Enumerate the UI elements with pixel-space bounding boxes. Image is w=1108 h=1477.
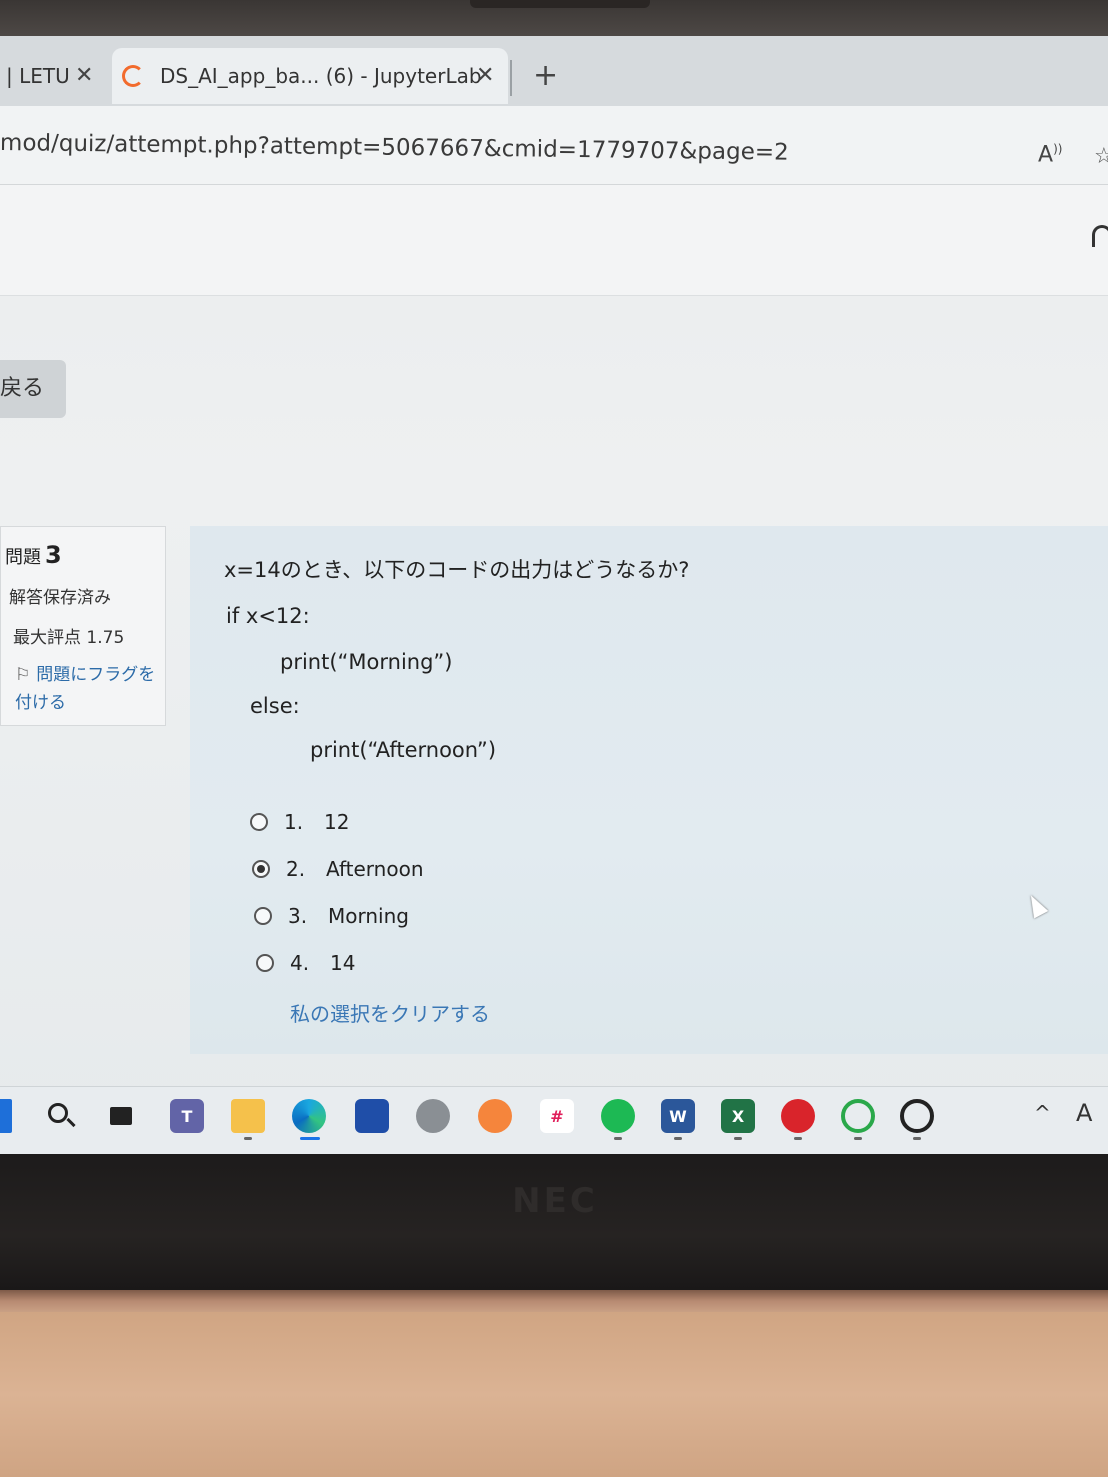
notification-bell-icon[interactable] — [1092, 225, 1108, 247]
tab-close-icon[interactable]: ✕ — [476, 65, 494, 87]
answer-label: Afternoon — [326, 857, 424, 881]
slack-icon[interactable]: # — [540, 1099, 574, 1133]
back-button[interactable]: 戻る — [0, 360, 66, 418]
read-aloud-icon[interactable]: A)) — [1038, 142, 1062, 167]
new-tab-button[interactable]: + — [533, 60, 558, 92]
browser-tab-strip: | LETU ✕ DS_AI_app_ba... (6) - JupyterLa… — [0, 36, 1108, 106]
tab-divider — [510, 60, 512, 96]
question-number: 問題 3 — [5, 541, 62, 569]
flag-icon: ⚐ — [15, 665, 31, 685]
tab-close-icon[interactable]: ✕ — [75, 65, 93, 87]
search-icon[interactable] — [44, 1099, 78, 1133]
settings-icon[interactable] — [416, 1099, 450, 1133]
running-indicator — [794, 1137, 802, 1140]
store-icon[interactable] — [355, 1099, 389, 1133]
brand-logo: NEC — [512, 1181, 598, 1221]
code-line: print(“Afternoon”) — [310, 738, 497, 762]
question-max-grade: 最大評点 1.75 — [13, 628, 125, 648]
answer-number: 4. — [290, 951, 310, 975]
answer-option-3[interactable]: 3. Morning — [254, 904, 409, 928]
address-bar: mod/quiz/attempt.php?attempt=5067667&cmi… — [0, 106, 1108, 185]
question-number-value: 3 — [45, 541, 62, 569]
file-explorer-icon[interactable] — [231, 1099, 265, 1133]
acrobat-icon[interactable] — [781, 1099, 815, 1133]
start-icon[interactable] — [0, 1099, 12, 1133]
excel-icon[interactable]: X — [721, 1099, 755, 1133]
monitor-bezel-bottom: NEC — [0, 1154, 1108, 1290]
ring-app-icon[interactable] — [841, 1099, 875, 1133]
page-header — [0, 185, 1108, 296]
tab-title: | LETU — [6, 64, 70, 88]
question-info-box: 問題 3 解答保存済み 最大評点 1.75 ⚐ 問題にフラグを付ける — [0, 526, 166, 726]
answer-number: 1. — [284, 810, 304, 834]
tab-jupyterlab[interactable]: DS_AI_app_ba... (6) - JupyterLab ✕ — [112, 48, 508, 104]
answer-radio[interactable] — [250, 813, 268, 831]
answer-radio[interactable] — [256, 954, 274, 972]
answer-radio[interactable] — [252, 860, 270, 878]
code-line: else: — [250, 694, 300, 718]
running-indicator — [734, 1137, 742, 1140]
laptop-hinge — [0, 1290, 1108, 1312]
answer-label: 12 — [324, 810, 350, 834]
answer-number: 2. — [286, 857, 306, 881]
answer-option-2[interactable]: 2. Afternoon — [252, 857, 424, 881]
edge-icon[interactable] — [292, 1099, 326, 1133]
star-icon[interactable]: ☆ — [1094, 144, 1108, 169]
running-indicator — [674, 1137, 682, 1140]
cloud-app-icon[interactable] — [900, 1099, 934, 1133]
ime-indicator[interactable]: A — [1076, 1099, 1092, 1127]
running-indicator — [614, 1137, 622, 1140]
answer-label: Morning — [328, 904, 409, 928]
question-label: 問題 — [5, 547, 41, 568]
running-indicator — [244, 1137, 252, 1140]
flag-question-link[interactable]: ⚐ 問題にフラグを付ける — [15, 661, 165, 717]
tab-letu[interactable]: | LETU ✕ — [0, 48, 108, 104]
tab-title: DS_AI_app_ba... (6) - JupyterLab — [160, 64, 482, 88]
running-indicator — [913, 1137, 921, 1140]
running-indicator — [854, 1137, 862, 1140]
question-text: x=14のとき、以下のコードの出力はどうなるか? — [224, 558, 690, 582]
word-icon[interactable]: W — [661, 1099, 695, 1133]
question-panel: x=14のとき、以下のコードの出力はどうなるか? if x<12: print(… — [190, 526, 1108, 1054]
active-indicator — [300, 1137, 320, 1140]
code-line: print(“Morning”) — [280, 650, 453, 674]
flag-link-label: 問題にフラグを付ける — [15, 665, 156, 713]
answer-radio[interactable] — [254, 907, 272, 925]
answer-option-1[interactable]: 1. 12 — [250, 810, 349, 834]
question-state: 解答保存済み — [9, 588, 111, 608]
loading-spinner-icon — [122, 65, 144, 87]
answer-option-4[interactable]: 4. 14 — [256, 951, 355, 975]
webcam-notch — [470, 0, 650, 8]
monitor-bezel-top — [0, 0, 1108, 36]
url-input[interactable]: mod/quiz/attempt.php?attempt=5067667&cmi… — [0, 130, 789, 166]
clock-app-icon[interactable] — [478, 1099, 512, 1133]
read-aloud-label: A — [1038, 142, 1054, 168]
spotify-icon[interactable] — [601, 1099, 635, 1133]
code-line: if x<12: — [226, 604, 310, 628]
teams-icon[interactable]: T — [170, 1099, 204, 1133]
tray-chevron-icon[interactable]: ^ — [1034, 1101, 1051, 1125]
windows-taskbar: T # W X ^ A — [0, 1086, 1108, 1154]
answer-number: 3. — [288, 904, 308, 928]
desk-surface — [0, 1312, 1108, 1477]
screen: | LETU ✕ DS_AI_app_ba... (6) - JupyterLa… — [0, 36, 1108, 1154]
clear-choice-link[interactable]: 私の選択をクリアする — [290, 998, 490, 1027]
task-view-icon[interactable] — [104, 1099, 138, 1133]
answer-label: 14 — [330, 951, 356, 975]
